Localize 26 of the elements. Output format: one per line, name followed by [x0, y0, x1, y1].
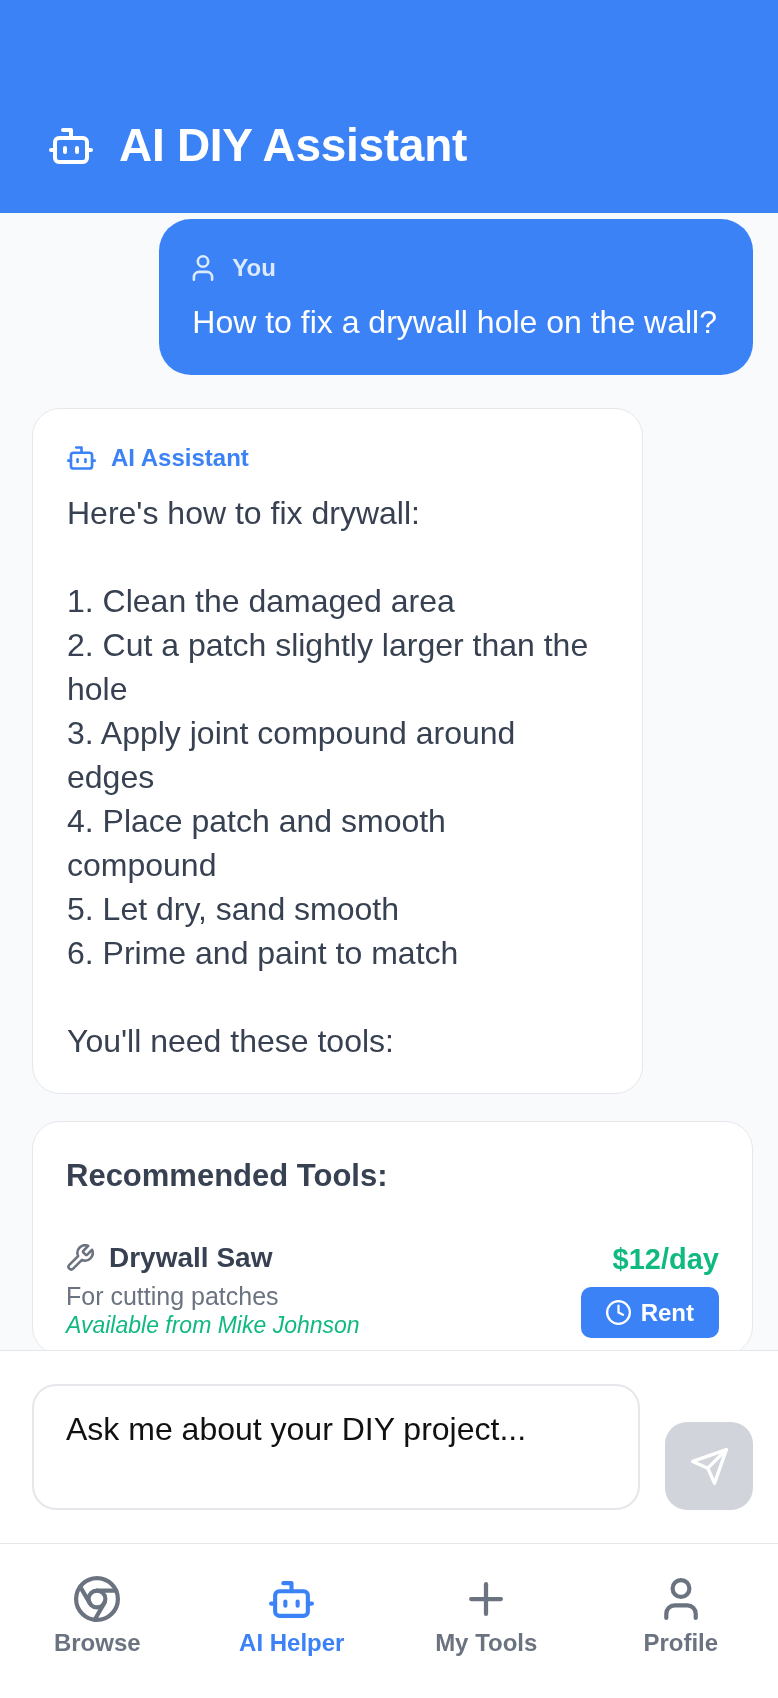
wrench-icon — [66, 1244, 94, 1272]
person-icon — [192, 255, 215, 281]
nav-tab[interactable]: Browse — [53, 1576, 141, 1657]
message-text: How to fix a drywall hole on the wall? — [192, 303, 717, 342]
person-icon — [663, 1578, 698, 1620]
plus-icon — [469, 1582, 504, 1616]
nav-tab[interactable]: AI Helper — [239, 1576, 345, 1657]
tool-availability: Available from Mike Johnson — [66, 1311, 360, 1339]
clock-icon — [605, 1300, 631, 1325]
send-icon — [690, 1447, 728, 1485]
robot-icon — [269, 1580, 315, 1618]
tool-price: $12/day — [612, 1242, 719, 1277]
nav-tab[interactable]: My Tools — [435, 1576, 538, 1657]
message-text: Here's how to fix drywall: 1. Clean the damaged area 2. Cut a patch slightly larger than the hole 3. Apply joint compound around edges 4. Place patch and smooth compound 5. Let dry, sand smooth 6. Prime and paint to match You'll need these tools: — [67, 494, 590, 1061]
tool-name: Drywall Saw — [109, 1241, 273, 1275]
sender-name: You — [232, 254, 276, 282]
rent-button[interactable]: Rent — [580, 1287, 719, 1338]
message-input[interactable]: Ask me about your DIY project... — [32, 1384, 640, 1510]
robot-icon — [49, 127, 93, 164]
app-title: AI DIY Assistant — [119, 118, 467, 173]
section-heading: Recommended Tools: — [66, 1157, 389, 1194]
aperture-icon — [74, 1576, 121, 1622]
nav-tab[interactable]: Profile — [643, 1576, 719, 1657]
robot-icon — [67, 446, 96, 470]
tool-description: For cutting patches — [66, 1281, 280, 1311]
sender-name: AI Assistant — [111, 444, 249, 472]
